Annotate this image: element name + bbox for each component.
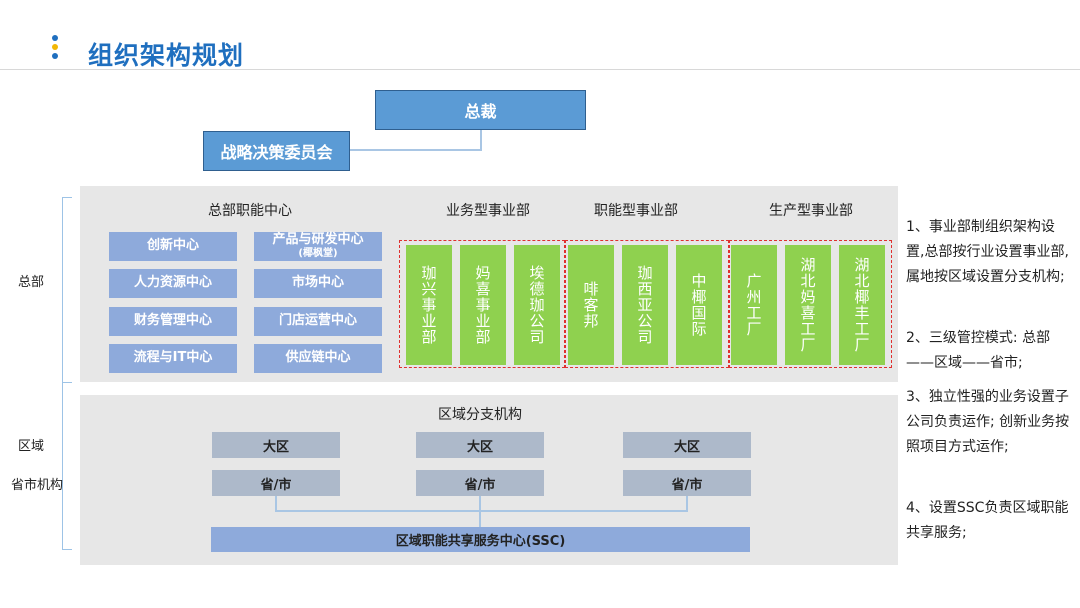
functions-header: 总部职能中心 [208,203,292,219]
unit-zhongye-text: 中椰国际 [689,273,708,337]
function-innovation: 创新中心 [109,232,237,261]
bullet-dot-blue-2 [52,53,58,59]
label-province: 省市机构 [11,478,64,493]
connector-col3 [686,495,688,511]
region-box-2: 大区 [416,432,544,458]
function-product-rd-line1: 产品与研发中心 [272,232,364,248]
region-box-1: 大区 [212,432,340,458]
ssc-box: 区域职能共享服务中心(SSC) [211,527,750,552]
function-finance: 财务管理中心 [109,307,237,336]
province-box-2: 省/市 [416,470,544,496]
unit-hubei-maxi-factory: 湖北妈喜工厂 [785,245,831,365]
unit-jiaxing: 珈兴事业部 [406,245,452,365]
unit-hubei-maxi-factory-text: 湖北妈喜工厂 [798,257,817,353]
function-supply-chain: 供应链中心 [254,344,382,373]
connector-committee [350,149,482,151]
title-divider [0,69,1080,70]
unit-jiaxiya-text: 珈西亚公司 [635,265,654,345]
unit-aidejia: 埃德珈公司 [514,245,560,365]
province-box-1: 省/市 [212,470,340,496]
functional-division-header: 职能型事业部 [594,203,678,219]
committee-box: 战略决策委员会 [203,131,350,171]
function-store-ops: 门店运营中心 [254,307,382,336]
unit-maxi: 妈喜事业部 [460,245,506,365]
bracket-tick-mid [62,382,72,383]
business-division-header: 业务型事业部 [446,203,530,219]
bracket-tick-bottom [62,549,72,550]
function-product-rd: 产品与研发中心 (椰枫堂) [254,232,382,261]
connector-col1 [275,495,277,511]
left-bracket [62,197,72,550]
note-3: 3、独立性强的业务设置子公司负责运作; 创新业务按照项目方式运作; [906,389,1070,455]
unit-zhongye: 中椰国际 [676,245,722,365]
unit-guangzhou-factory: 广州工厂 [731,245,777,365]
unit-feikebang-text: 啡客邦 [581,281,600,329]
label-region: 区域 [18,439,45,454]
function-marketing: 市场中心 [254,269,382,298]
note-1: 1、事业部制组织架构设置,总部按行业设置事业部,属地按区域设置分支机构; [906,219,1069,285]
bullet-dot-blue [52,35,58,41]
function-hr: 人力资源中心 [109,269,237,298]
function-process-it: 流程与IT中心 [109,344,237,373]
regional-header: 区域分支机构 [438,407,522,423]
region-box-3: 大区 [623,432,751,458]
unit-jiaxing-text: 珈兴事业部 [419,265,438,345]
connector-president [480,130,482,150]
bullet-dot-yellow [52,44,58,50]
unit-maxi-text: 妈喜事业部 [473,265,492,345]
connector-horizontal [275,510,688,512]
function-product-rd-line2: (椰枫堂) [298,248,338,260]
production-division-header: 生产型事业部 [769,203,853,219]
unit-feikebang: 啡客邦 [568,245,614,365]
unit-hubei-yefeng-factory: 湖北椰丰工厂 [839,245,885,365]
unit-aidejia-text: 埃德珈公司 [527,265,546,345]
unit-jiaxiya: 珈西亚公司 [622,245,668,365]
label-hq: 总部 [18,275,45,290]
page-title: 组织架构规划 [88,41,245,70]
unit-hubei-yefeng-factory-text: 湖北椰丰工厂 [852,257,871,353]
unit-guangzhou-factory-text: 广州工厂 [744,273,763,337]
bracket-tick-top [62,197,72,198]
note-2: 2、三级管控模式: 总部——区域——省市; [906,330,1051,371]
president-box: 总裁 [375,90,586,130]
province-box-3: 省/市 [623,470,751,496]
note-4: 4、设置SSC负责区域职能共享服务; [906,500,1069,541]
